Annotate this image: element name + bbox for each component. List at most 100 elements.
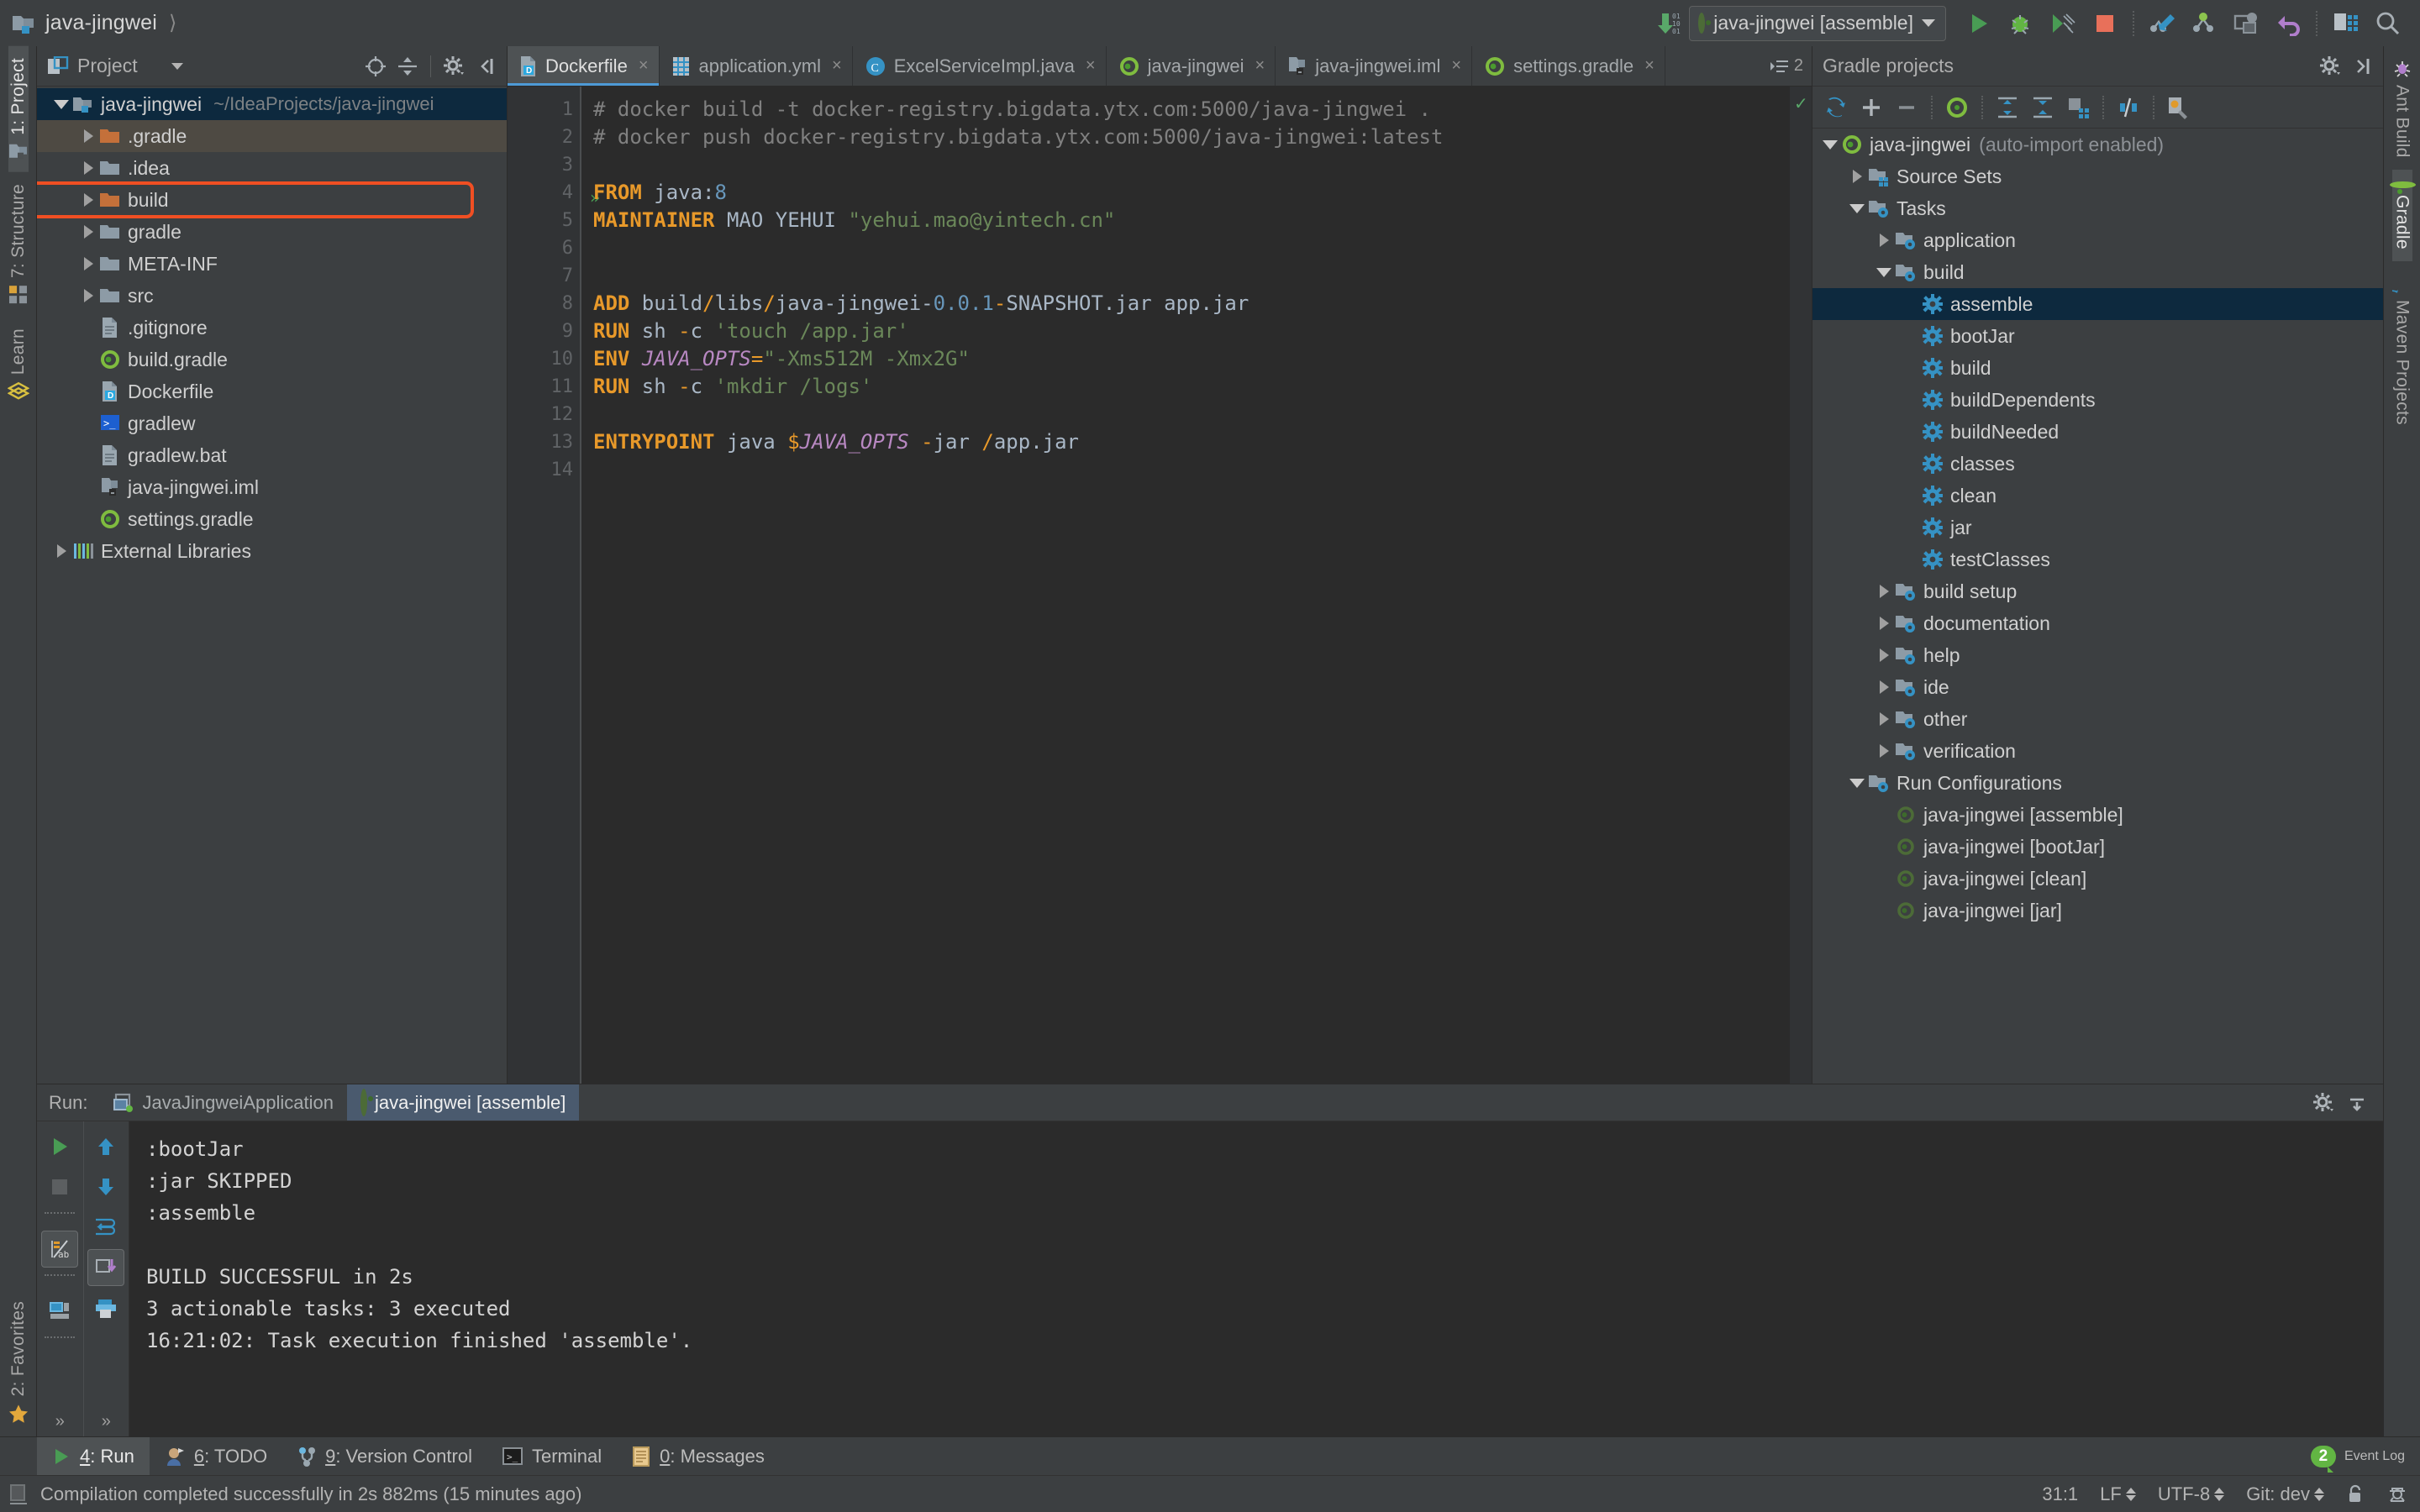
sidebar-item-structure[interactable]: 7: Structure (8, 172, 29, 317)
tab-list-icon[interactable] (1769, 57, 1791, 76)
collapse-all-icon[interactable] (2026, 91, 2060, 124)
chevron-down-icon[interactable] (52, 100, 71, 109)
gradle-tree-row[interactable]: documentation (1812, 607, 2383, 639)
hide-icon[interactable] (471, 52, 500, 81)
project-tree-row[interactable]: java-jingwei.iml (37, 471, 507, 503)
editor-tab[interactable]: java-jingwei.iml× (1276, 46, 1472, 86)
editor-tab[interactable]: settings.gradle× (1472, 46, 1665, 86)
chevron-right-icon[interactable] (1875, 234, 1893, 247)
run-configuration-selector[interactable]: java-jingwei [assemble] (1689, 6, 1946, 41)
search-everywhere-icon[interactable] (2366, 5, 2408, 42)
close-icon[interactable]: × (1255, 56, 1265, 76)
project-tree-row[interactable]: build (37, 184, 507, 216)
project-tree-row[interactable]: gradlew.bat (37, 439, 507, 471)
print-icon-toggle[interactable] (41, 1293, 78, 1330)
line-number-gutter[interactable]: 1234»567891011121314 (508, 87, 581, 1084)
gradle-tree-row[interactable]: assemble (1812, 288, 2383, 320)
caret-position[interactable]: 31:1 (2042, 1483, 2078, 1505)
gear-icon[interactable] (2309, 1089, 2338, 1117)
gradle-tree-row[interactable]: buildDependents (1812, 384, 2383, 416)
sidebar-item-learn[interactable]: Learn (8, 317, 29, 412)
gradle-tree-row[interactable]: application (1812, 224, 2383, 256)
hide-icon[interactable] (2348, 52, 2376, 81)
project-tree-row[interactable]: .gradle (37, 120, 507, 152)
editor-tab[interactable]: CExcelServiceImpl.java× (853, 46, 1107, 86)
close-icon[interactable]: × (639, 56, 649, 76)
chevron-right-icon[interactable] (1848, 170, 1866, 183)
project-tree-row[interactable]: .gitignore (37, 312, 507, 344)
gradle-tree-row[interactable]: verification (1812, 735, 2383, 767)
gradle-tree-row[interactable]: java-jingwei [bootJar] (1812, 831, 2383, 863)
inspection-strip[interactable]: ✓ (1790, 87, 1812, 1084)
encoding-selector[interactable]: UTF-8 (2158, 1483, 2224, 1505)
run-tab-spring[interactable]: JavaJingweiApplication (99, 1084, 346, 1121)
tool-window-button[interactable]: 4: Run (37, 1437, 150, 1475)
chevron-right-icon[interactable] (79, 289, 97, 302)
close-icon[interactable]: × (1644, 56, 1655, 76)
rerun-icon[interactable] (41, 1128, 78, 1165)
editor-tab-bar[interactable]: DDockerfile×application.yml×CExcelServic… (508, 46, 1812, 87)
chevron-right-icon[interactable] (1875, 744, 1893, 758)
gradle-tree-row[interactable]: Tasks (1812, 192, 2383, 224)
editor-tab[interactable]: application.yml× (660, 46, 853, 86)
settings-structure-icon[interactable] (2324, 5, 2366, 42)
project-tree-row[interactable]: DDockerfile (37, 375, 507, 407)
chevron-right-icon[interactable] (79, 193, 97, 207)
chevron-right-icon[interactable] (1875, 680, 1893, 694)
gradle-tree-row[interactable]: other (1812, 703, 2383, 735)
add-icon[interactable] (1854, 91, 1888, 124)
profiler-icon[interactable] (2225, 5, 2267, 42)
chevron-right-icon[interactable] (79, 161, 97, 175)
gradle-tree-row[interactable]: java-jingwei [assemble] (1812, 799, 2383, 831)
run-with-coverage-icon[interactable] (2042, 5, 2084, 42)
line-separator-selector[interactable]: LF (2100, 1483, 2136, 1505)
project-tree-row[interactable]: java-jingwei~/IdeaProjects/java-jingwei (37, 88, 507, 120)
gradle-settings-icon[interactable] (2162, 91, 2196, 124)
sidebar-item-favorites[interactable]: 2: Favorites (8, 1289, 29, 1436)
editor-tab[interactable]: java-jingwei× (1107, 46, 1276, 86)
tool-window-button[interactable]: >_Terminal (487, 1437, 617, 1475)
chevron-down-icon[interactable] (1821, 140, 1839, 150)
gradle-tree-row[interactable]: classes (1812, 448, 2383, 480)
project-tree-row[interactable]: src (37, 280, 507, 312)
chevron-down-icon[interactable] (171, 63, 183, 70)
remove-icon[interactable] (1890, 91, 1923, 124)
project-tree-row[interactable]: .idea (37, 152, 507, 184)
chevron-right-icon[interactable] (1875, 585, 1893, 598)
sidebar-item-gradle[interactable]: Gradle (2392, 170, 2412, 261)
gradle-tree-row[interactable]: jar (1812, 512, 2383, 543)
run-console-output[interactable]: :bootJar :jar SKIPPED :assemble BUILD SU… (129, 1121, 2383, 1436)
gradle-tree-row[interactable]: build setup (1812, 575, 2383, 607)
code-content[interactable]: # docker build -t docker-registry.bigdat… (581, 87, 1812, 1084)
editor-tab[interactable]: DDockerfile× (508, 46, 660, 86)
gear-icon[interactable] (439, 52, 468, 81)
chevron-down-icon[interactable] (1848, 204, 1866, 213)
run-tab-gradle-assemble[interactable]: java-jingwei [assemble] (347, 1084, 579, 1121)
expand-all-icon[interactable] (1991, 91, 2024, 124)
gear-icon[interactable] (2316, 52, 2344, 81)
project-tree-row[interactable]: External Libraries (37, 535, 507, 567)
tool-window-button[interactable]: 9: Version Control (282, 1437, 487, 1475)
chevron-right-icon[interactable] (1875, 712, 1893, 726)
git-branch-selector[interactable]: Git: dev (2246, 1483, 2324, 1505)
skip-tests-icon[interactable] (2112, 91, 2145, 124)
gradle-tree-row[interactable]: bootJar (1812, 320, 2383, 352)
gradle-tree-row[interactable]: java-jingwei [clean] (1812, 863, 2383, 895)
chevron-right-icon[interactable] (1875, 617, 1893, 630)
refresh-all-icon[interactable] (1819, 91, 1853, 124)
gradle-tree-row[interactable]: build (1812, 256, 2383, 288)
project-tree-row[interactable]: settings.gradle (37, 503, 507, 535)
stop-icon[interactable] (41, 1168, 78, 1205)
project-tree-row[interactable]: META-INF (37, 248, 507, 280)
close-icon[interactable]: × (1451, 56, 1461, 76)
breadcrumb[interactable]: java-jingwei ⟩ (12, 11, 176, 35)
up-icon[interactable] (87, 1128, 124, 1165)
sidebar-item-project[interactable]: 1: Project (8, 46, 29, 172)
close-icon[interactable]: × (832, 56, 842, 76)
gradle-tree-row[interactable]: clean (1812, 480, 2383, 512)
run-toolbar-more-2[interactable]: » (102, 1412, 111, 1436)
inspector-icon[interactable] (2386, 1484, 2408, 1504)
print-icon[interactable] (87, 1289, 124, 1326)
collapse-all-icon[interactable] (393, 52, 422, 81)
chevron-down-icon[interactable] (1848, 779, 1866, 788)
